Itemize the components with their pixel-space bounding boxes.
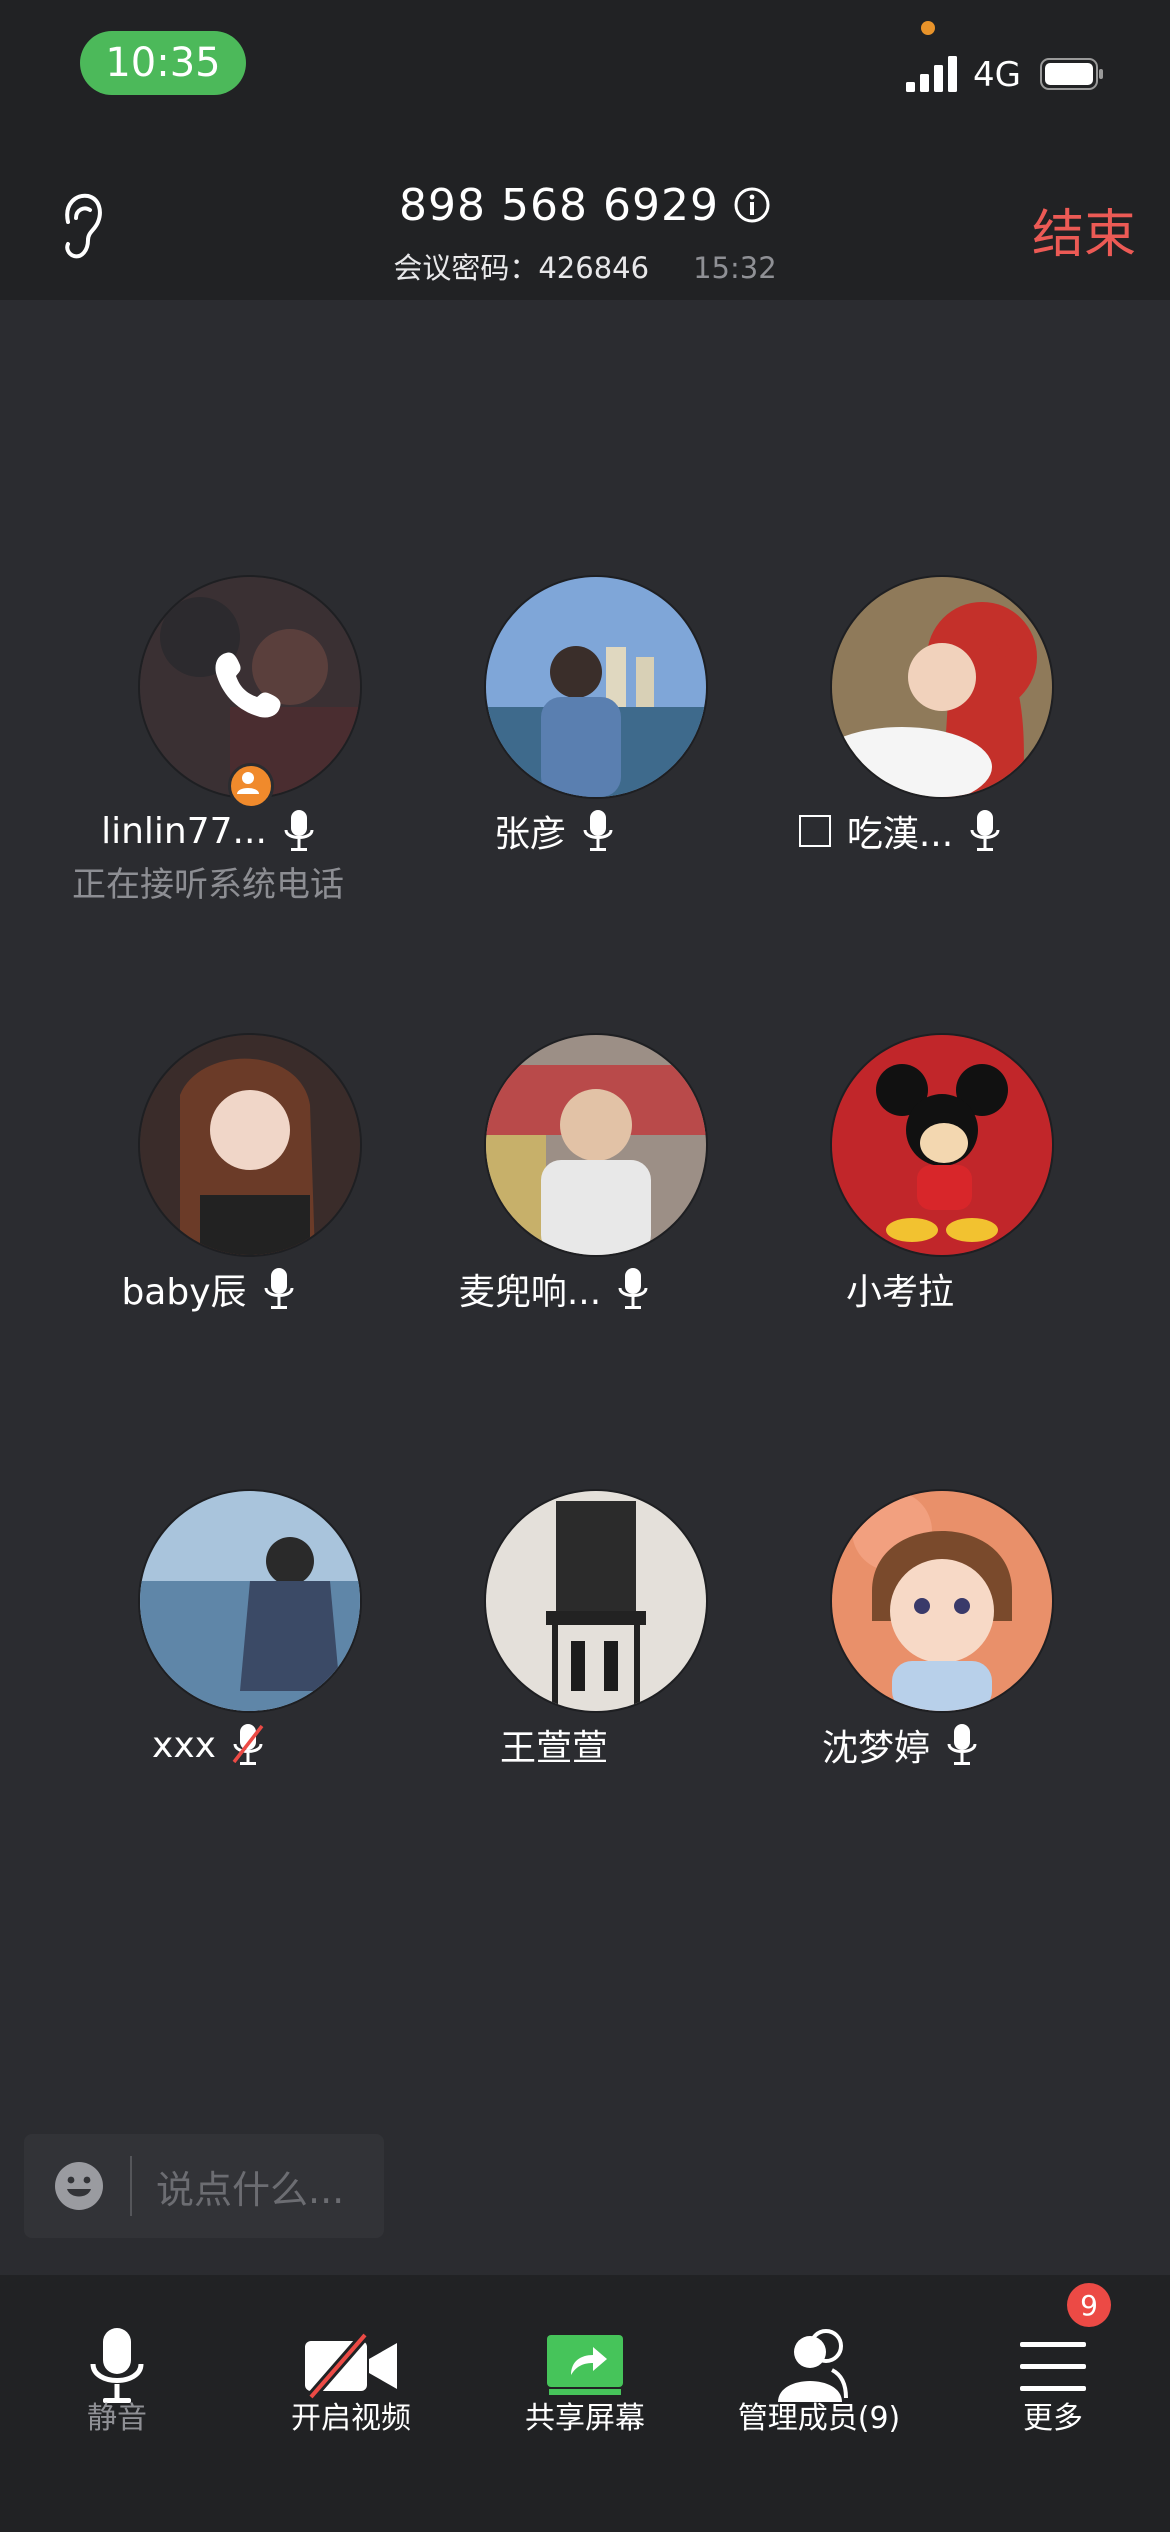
more-label: 更多 (1023, 2401, 1083, 2436)
status-bar: 10:35 4G (0, 0, 1170, 140)
chat-placeholder: 说点什么... (156, 2167, 345, 2212)
mute-button[interactable]: 静音 (0, 2275, 234, 2532)
password-label: 会议密码： (393, 251, 539, 285)
manage-members-label: 管理成员(9) (737, 2401, 901, 2436)
mic-icon (618, 1268, 648, 1309)
checkbox-glyph-icon (798, 815, 831, 847)
participant-name: 沈梦婷 (821, 1728, 930, 1769)
participant-name-row: 张彦 (384, 803, 724, 859)
participant-name-row: xxx (38, 1717, 378, 1773)
participant-name: linlin77... (101, 810, 267, 852)
participant-name-row: linlin77... (38, 803, 378, 859)
share-screen-icon (547, 2335, 623, 2395)
meeting-meta: 会议密码：426846 15:32 (0, 245, 1170, 287)
signal-icon (906, 56, 957, 92)
participant-name: baby辰 (121, 1272, 247, 1313)
password-value: 426846 (538, 251, 650, 285)
status-time: 10:35 (80, 31, 246, 95)
network-type: 4G (973, 55, 1021, 95)
avatar (484, 1489, 708, 1713)
more-button[interactable]: 更多 (936, 2275, 1170, 2532)
participant-name-row: 吃漢... (730, 803, 1070, 859)
avatar (484, 575, 708, 799)
participant-name: 吃漢... (846, 814, 954, 855)
share-screen-label: 共享屏幕 (525, 2401, 645, 2436)
mic-in-use-indicator (921, 21, 935, 35)
chat-input[interactable]: 说点什么... (24, 2134, 384, 2238)
meeting-id[interactable]: 898 568 6929 (0, 180, 1170, 231)
avatar (830, 1489, 1054, 1713)
participant-name-row: 小考拉 (730, 1261, 1070, 1317)
start-video-button[interactable]: 开启视频 (234, 2275, 468, 2532)
avatar (138, 1033, 362, 1257)
participant-name-row: 麦兜响... (384, 1261, 724, 1317)
mic-icon (583, 810, 613, 851)
manage-members-button[interactable]: 管理成员(9) (702, 2275, 936, 2532)
mic-icon (947, 1724, 977, 1765)
participant-name-row: 沈梦婷 (730, 1717, 1070, 1773)
participant-name: xxx (152, 1724, 216, 1766)
meeting-header: 898 568 6929 会议密码：426846 15:32 结束 (0, 140, 1170, 300)
participant-name: 麦兜响... (458, 1272, 602, 1313)
avatar (830, 575, 1054, 799)
participant-status: 正在接听系统电话 (72, 865, 344, 905)
elapsed-time: 15:32 (693, 251, 777, 285)
avatar (484, 1033, 708, 1257)
end-meeting-button[interactable]: 结束 (1032, 192, 1136, 267)
participant-name-row: baby辰 (38, 1261, 378, 1317)
mic-muted-icon (232, 1724, 264, 1765)
avatar (830, 1033, 1054, 1257)
participant-name: 王萱萱 (499, 1728, 608, 1769)
participant-name: 张彦 (493, 814, 566, 855)
info-icon[interactable] (733, 186, 771, 224)
participant-name-row: 王萱萱 (384, 1717, 724, 1773)
mic-icon (284, 810, 314, 851)
bottom-toolbar: 静音 开启视频 共享屏幕 管理成员(9) 更多 (0, 2275, 1170, 2532)
participant-name: 小考拉 (845, 1272, 954, 1313)
meeting-id-text: 898 568 6929 (399, 180, 719, 231)
mic-icon (264, 1268, 294, 1309)
more-badge: 9 (1067, 2283, 1111, 2327)
video-off-icon (305, 2331, 397, 2401)
emoji-icon[interactable] (54, 2161, 104, 2211)
chat-divider (130, 2156, 132, 2216)
phone-call-icon (138, 575, 358, 795)
mic-icon (970, 810, 1000, 851)
avatar (138, 1489, 362, 1713)
start-video-label: 开启视频 (291, 2401, 411, 2436)
menu-icon (1020, 2342, 1086, 2391)
battery-icon (1040, 58, 1103, 90)
share-screen-button[interactable]: 共享屏幕 (468, 2275, 702, 2532)
mute-label: 静音 (87, 2401, 147, 2436)
